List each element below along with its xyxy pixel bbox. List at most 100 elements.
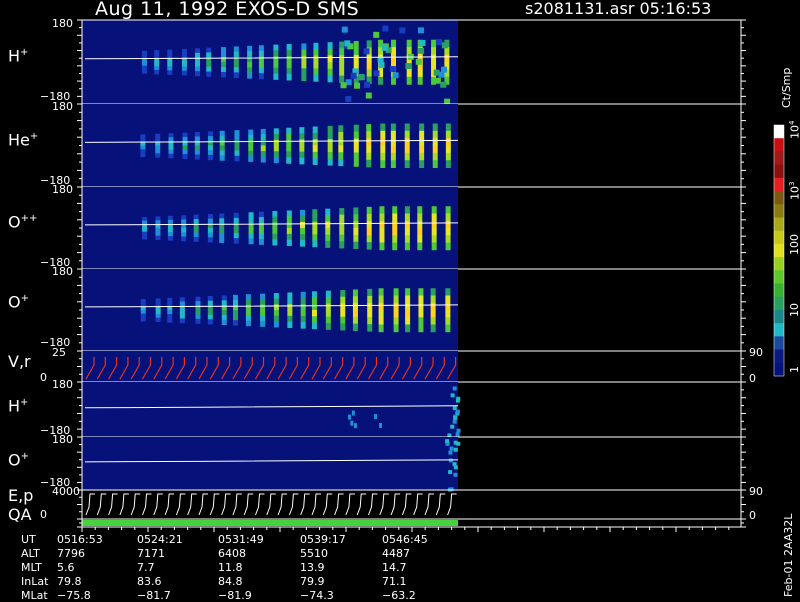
colorbar-label-sup: 3 xyxy=(788,181,796,186)
spectrogram-cell xyxy=(392,213,398,222)
spectrogram-cell xyxy=(418,317,424,325)
spectrogram-cell xyxy=(155,145,161,150)
spectrogram-cell xyxy=(260,299,266,306)
spectrogram-cell xyxy=(299,157,305,165)
panel-label-text: O xyxy=(8,212,21,232)
qa-bar xyxy=(82,520,458,526)
energy-trace xyxy=(85,493,457,516)
spectrogram-cell xyxy=(181,232,187,238)
spectrogram-cell xyxy=(234,155,240,162)
spectrogram-cell xyxy=(340,310,346,318)
spectrogram-cell xyxy=(445,160,451,168)
spectrogram-cell xyxy=(167,228,173,233)
spectrogram-cell xyxy=(419,160,425,168)
spectrogram-cell xyxy=(273,315,279,322)
spectrogram-cell xyxy=(155,231,161,237)
colorbar-segment xyxy=(774,296,784,311)
orbit-value: −81.7 xyxy=(137,589,171,602)
spectrogram-cell xyxy=(339,234,345,242)
spectrogram-cell xyxy=(393,302,399,311)
spectrogram-cell xyxy=(450,424,455,429)
spectrogram-cell xyxy=(260,134,266,141)
spectrogram-cell xyxy=(327,132,333,140)
spectrogram-cell xyxy=(404,160,410,168)
spectrogram-cell xyxy=(233,72,239,79)
spectrogram-cell xyxy=(167,215,173,221)
spectrogram-cell xyxy=(273,310,279,317)
spectrogram-cell xyxy=(379,242,385,251)
spectrogram-cell xyxy=(404,206,410,215)
spectrogram-cell xyxy=(272,239,278,246)
spectrogram-cell xyxy=(367,317,373,325)
orbit-row-name: MLT xyxy=(21,561,42,574)
spectrogram-cell xyxy=(445,242,451,251)
spectrogram-cell xyxy=(340,82,347,89)
spectrogram-cell xyxy=(312,139,318,146)
spectrogram-cell xyxy=(364,81,371,88)
spectrogram-cell xyxy=(339,68,345,77)
spectrogram-cell xyxy=(260,310,266,316)
orbit-value: 79.9 xyxy=(300,575,325,588)
colorbar-segment xyxy=(774,177,784,192)
spectrogram-cell xyxy=(390,138,396,146)
spectrogram-cell xyxy=(452,462,457,467)
spectrogram-cell xyxy=(219,228,225,234)
spectrogram-cell xyxy=(286,228,292,235)
spectrogram-cell xyxy=(142,228,148,233)
orbit-value: 79.8 xyxy=(57,575,82,588)
spectrogram-cell xyxy=(273,145,279,152)
spectrogram-cell xyxy=(405,324,411,333)
spectrogram-cell xyxy=(432,152,438,161)
spectrogram-cell xyxy=(233,233,239,239)
spectrogram-cell xyxy=(248,233,254,240)
spectrogram-cell xyxy=(366,138,372,146)
spectrogram-cell xyxy=(219,218,225,224)
spectrogram-cell xyxy=(366,152,372,161)
spectrogram-cell xyxy=(311,291,317,299)
spectrogram-cell xyxy=(155,153,161,158)
spectrogram-cell xyxy=(286,210,292,217)
spectrogram-cell xyxy=(313,55,319,63)
panel-label-sup: + xyxy=(20,397,29,408)
spectrogram-cell xyxy=(445,310,451,318)
colorbar-segment xyxy=(774,191,784,205)
spectrogram-cell xyxy=(154,65,160,71)
spectrogram-cell xyxy=(448,450,453,455)
spectrogram-cell xyxy=(141,50,147,56)
spectrogram-cell xyxy=(272,233,278,240)
colorbar-segment xyxy=(774,309,784,324)
spectrogram-cell xyxy=(339,41,345,49)
spectrogram-cell xyxy=(154,50,160,55)
spectrogram-cell xyxy=(155,313,161,319)
colorbar xyxy=(773,124,785,377)
spectrogram-cell xyxy=(219,232,225,239)
spectrogram-cell xyxy=(179,314,185,320)
spectrogram-cell xyxy=(258,73,264,80)
spectrogram-cell xyxy=(247,51,253,58)
spectrogram-cell xyxy=(417,213,423,222)
colorbar-label: 1 xyxy=(788,366,800,373)
spectrogram-cell xyxy=(404,123,410,132)
spectrogram-cell xyxy=(219,145,225,151)
spectrogram-cell xyxy=(353,124,359,133)
spectrogram-cell xyxy=(260,315,266,322)
spectrogram-cell xyxy=(353,152,359,160)
panel-7 xyxy=(77,489,746,520)
spectrogram-cell xyxy=(300,234,306,241)
spectrogram-cell xyxy=(248,145,254,152)
orbit-value: 7171 xyxy=(137,547,165,560)
spectrogram-cell xyxy=(193,219,199,225)
spectrogram-cell xyxy=(327,42,333,50)
spectrogram-cell xyxy=(232,315,238,321)
orbit-value: 83.6 xyxy=(137,575,162,588)
spectrogram-cell xyxy=(287,310,293,317)
spectrogram-cell xyxy=(155,216,161,221)
spectrogram-cell xyxy=(248,134,254,141)
spectrogram-cell xyxy=(431,62,437,70)
spectrogram-cell xyxy=(140,313,146,318)
spectrogram-cell xyxy=(380,138,386,146)
spectrogram-cell xyxy=(365,92,372,99)
spectrogram-cell xyxy=(367,288,373,297)
spectrogram-cell xyxy=(286,233,292,241)
spectrogram-cell xyxy=(221,66,227,73)
